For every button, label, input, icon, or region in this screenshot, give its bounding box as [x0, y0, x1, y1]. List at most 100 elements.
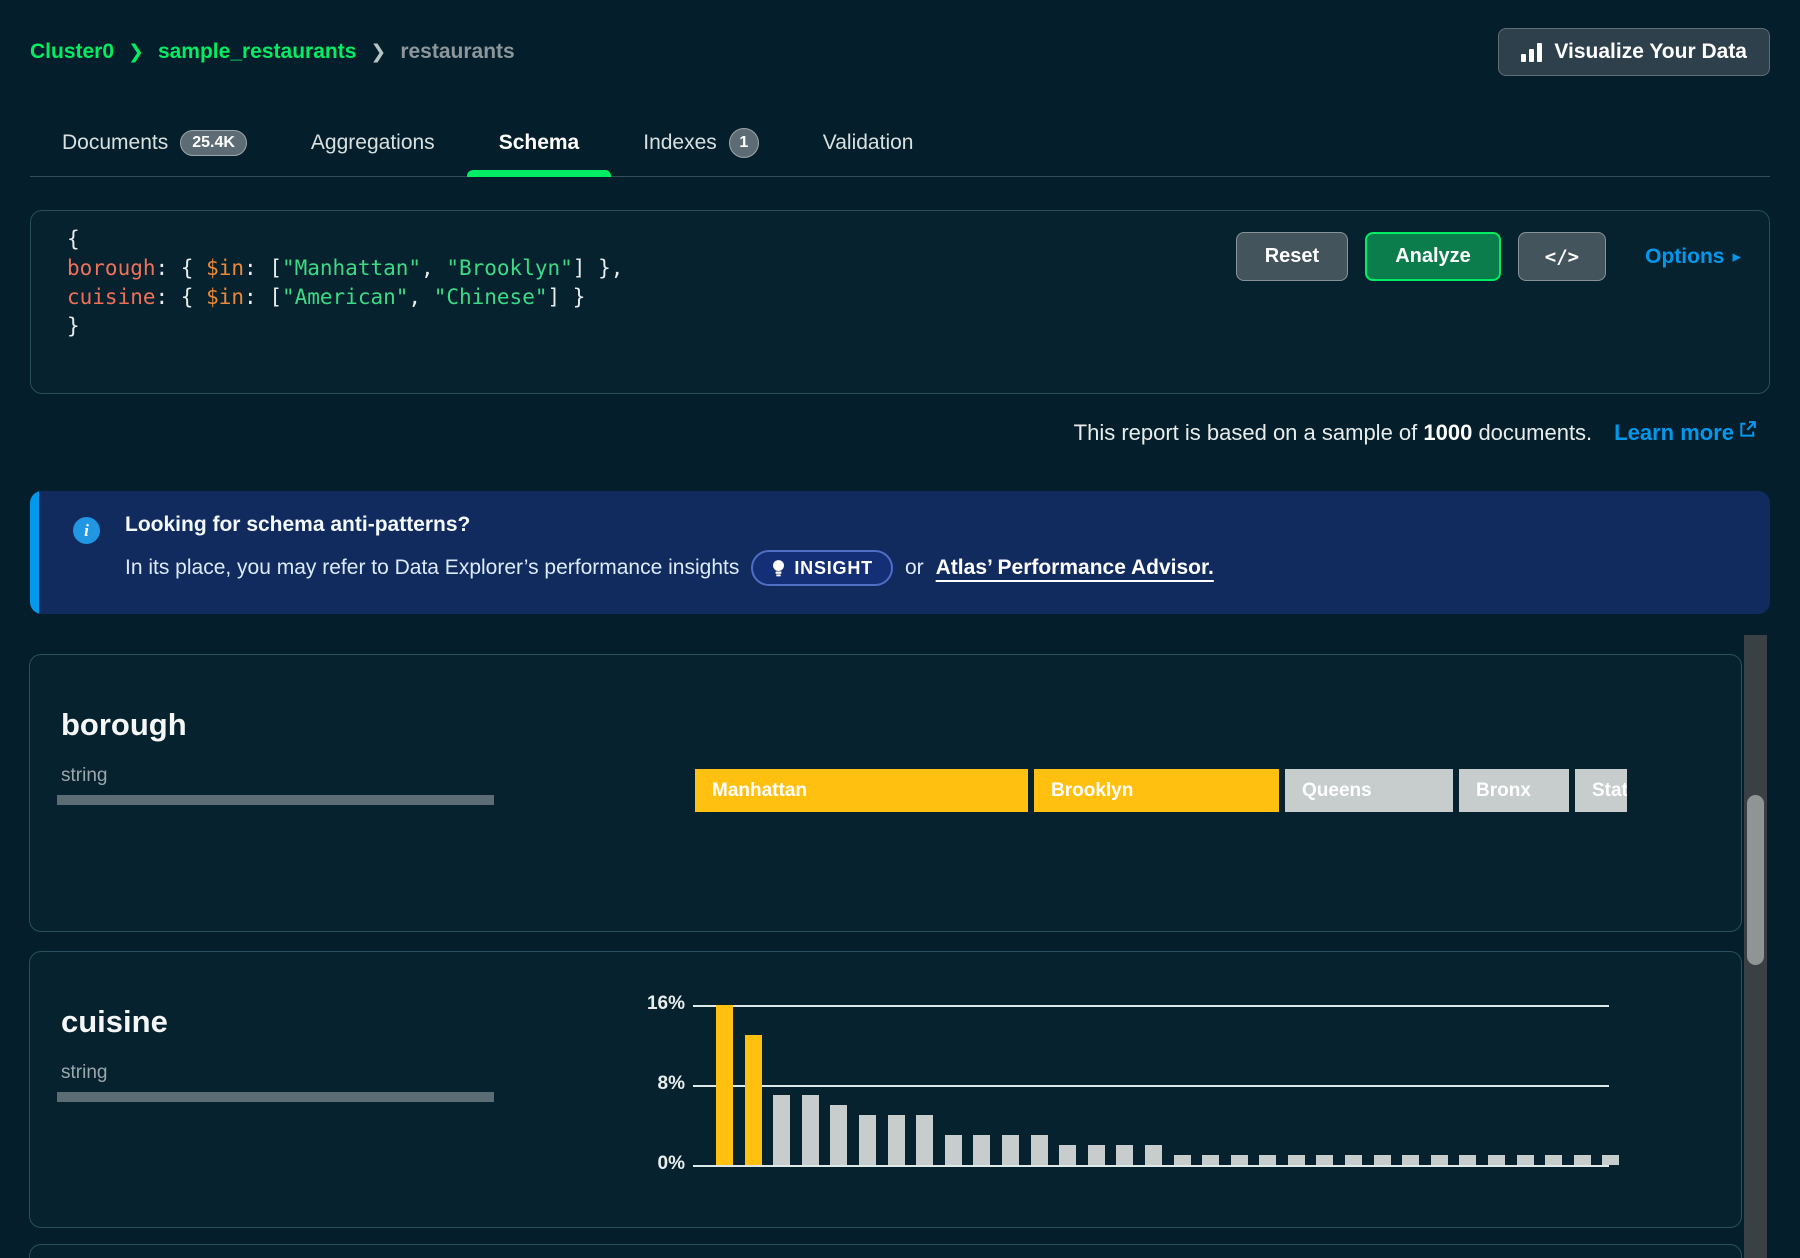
tab-aggregations[interactable]: Aggregations	[279, 110, 467, 176]
info-banner: i Looking for schema anti-patterns? In i…	[30, 491, 1770, 614]
code-token: ] }	[548, 285, 586, 309]
type-distribution-bar[interactable]	[57, 795, 494, 805]
tab-label: Documents	[62, 131, 168, 155]
cuisine-value-bar[interactable]	[1231, 1155, 1248, 1165]
borough-bars: Manhattan Brooklyn Queens Bronx Staten Islan…	[695, 769, 1627, 812]
cuisine-value-bar[interactable]	[1488, 1155, 1505, 1165]
cuisine-value-bar[interactable]	[1288, 1155, 1305, 1165]
banner-body-text: In its place, you may refer to Data Expl…	[125, 556, 739, 580]
cuisine-value-bar[interactable]	[745, 1035, 762, 1165]
tab-bar: Documents25.4K Aggregations Schema Indexes1…	[30, 110, 1770, 177]
banner-title: Looking for schema anti-patterns?	[125, 513, 1770, 537]
performance-advisor-link[interactable]: Atlas’ Performance Advisor.	[936, 556, 1214, 580]
code-token: : [	[244, 285, 282, 309]
cuisine-axis: 16%8%0%	[633, 1005, 685, 1165]
insight-label: INSIGHT	[794, 558, 873, 579]
cuisine-value-bar[interactable]	[830, 1105, 847, 1165]
field-card-borough: borough string Manhattan Brooklyn Queens Br…	[29, 654, 1742, 932]
type-distribution-bar[interactable]	[57, 1092, 494, 1102]
borough-value-bar[interactable]: Bronx	[1459, 769, 1569, 812]
code-token: borough	[67, 256, 156, 280]
cuisine-value-bar[interactable]	[1402, 1155, 1419, 1165]
cuisine-value-bar[interactable]	[1116, 1145, 1133, 1165]
reset-button[interactable]: Reset	[1236, 232, 1348, 281]
borough-value-label: Staten Island	[1575, 780, 1627, 802]
borough-value-bar[interactable]: Staten Island	[1575, 769, 1627, 812]
tab-label: Schema	[499, 131, 580, 155]
cuisine-value-bar[interactable]	[1059, 1145, 1076, 1165]
insight-badge[interactable]: INSIGHT	[751, 550, 893, 586]
visualize-button-label: Visualize Your Data	[1554, 40, 1747, 64]
field-name: borough	[61, 707, 187, 743]
cuisine-value-bar[interactable]	[1316, 1155, 1333, 1165]
field-type-label[interactable]: string	[61, 1062, 107, 1084]
code-token: ,	[408, 285, 433, 309]
code-token: cuisine	[67, 285, 156, 309]
cuisine-value-bar[interactable]	[859, 1115, 876, 1165]
query-actions: Reset Analyze </> Options ▸	[1236, 232, 1741, 281]
tab-label: Aggregations	[311, 131, 435, 155]
tab-indexes[interactable]: Indexes1	[611, 110, 791, 176]
visualize-your-data-button[interactable]: Visualize Your Data	[1498, 28, 1770, 76]
breadcrumb-separator-icon: ❯	[128, 41, 144, 64]
cuisine-value-bar[interactable]	[1574, 1155, 1591, 1165]
cuisine-value-bar[interactable]	[1459, 1155, 1476, 1165]
banner-conjunction: or	[905, 556, 924, 580]
code-token: $in	[206, 285, 244, 309]
cuisine-value-bar[interactable]	[1145, 1145, 1162, 1165]
tab-documents[interactable]: Documents25.4K	[30, 110, 279, 176]
cuisine-value-bar[interactable]	[973, 1135, 990, 1165]
tab-label: Validation	[823, 131, 914, 155]
cuisine-value-bar[interactable]	[1517, 1155, 1534, 1165]
borough-value-label: Manhattan	[695, 780, 807, 802]
learn-more-link[interactable]: Learn more	[1614, 420, 1757, 446]
cuisine-value-bar[interactable]	[1374, 1155, 1391, 1165]
scrollbar-track[interactable]	[1744, 635, 1767, 1258]
borough-value-bar[interactable]: Queens	[1285, 769, 1453, 812]
cuisine-bars	[716, 1005, 1619, 1165]
borough-value-bar[interactable]: Brooklyn	[1034, 769, 1279, 812]
cuisine-value-bar[interactable]	[1345, 1155, 1362, 1165]
borough-value-label: Bronx	[1459, 780, 1531, 802]
cuisine-value-bar[interactable]	[1088, 1145, 1105, 1165]
bar-chart-icon	[1521, 42, 1542, 62]
borough-value-bar[interactable]: Manhattan	[695, 769, 1028, 812]
cuisine-value-bar[interactable]	[1602, 1155, 1619, 1165]
cuisine-chart: 16%8%0%	[633, 1005, 1638, 1185]
cuisine-value-bar[interactable]	[716, 1005, 733, 1165]
report-note-prefix: This report is based on a sample of	[1074, 420, 1424, 445]
borough-value-label: Brooklyn	[1034, 780, 1133, 802]
schema-field-list: borough string Manhattan Brooklyn Queens Br…	[29, 654, 1742, 1258]
cuisine-value-bar[interactable]	[1031, 1135, 1048, 1165]
info-icon: i	[73, 517, 100, 544]
field-card-next-partial	[29, 1244, 1742, 1258]
code-token: "Brooklyn"	[446, 256, 572, 280]
cuisine-value-bar[interactable]	[773, 1095, 790, 1165]
cuisine-value-bar[interactable]	[1259, 1155, 1276, 1165]
breadcrumb: Cluster0❯sample_restaurants❯restaurants	[30, 40, 515, 64]
code-toggle-button[interactable]: </>	[1518, 232, 1606, 281]
breadcrumb-item-sample_restaurants[interactable]: sample_restaurants	[158, 40, 356, 64]
code-token: : [	[244, 256, 282, 280]
breadcrumb-separator-icon: ❯	[370, 41, 386, 64]
cuisine-value-bar[interactable]	[945, 1135, 962, 1165]
cuisine-value-bar[interactable]	[802, 1095, 819, 1165]
axis-tick-label: 16%	[633, 993, 685, 1015]
code-token: {	[67, 227, 80, 251]
breadcrumb-item-cluster0[interactable]: Cluster0	[30, 40, 114, 64]
analyze-button[interactable]: Analyze	[1365, 232, 1501, 281]
tab-schema[interactable]: Schema	[467, 110, 612, 176]
code-token: ,	[421, 256, 446, 280]
options-link[interactable]: Options ▸	[1645, 245, 1741, 269]
cuisine-value-bar[interactable]	[916, 1115, 933, 1165]
cuisine-value-bar[interactable]	[1431, 1155, 1448, 1165]
cuisine-value-bar[interactable]	[1174, 1155, 1191, 1165]
query-section[interactable]: { borough: { $in: ["Manhattan", "Brookly…	[30, 210, 1770, 394]
cuisine-value-bar[interactable]	[1002, 1135, 1019, 1165]
scrollbar-thumb[interactable]	[1747, 795, 1764, 965]
cuisine-value-bar[interactable]	[1202, 1155, 1219, 1165]
cuisine-value-bar[interactable]	[1545, 1155, 1562, 1165]
field-type-label[interactable]: string	[61, 765, 107, 787]
cuisine-value-bar[interactable]	[888, 1115, 905, 1165]
tab-validation[interactable]: Validation	[791, 110, 946, 176]
